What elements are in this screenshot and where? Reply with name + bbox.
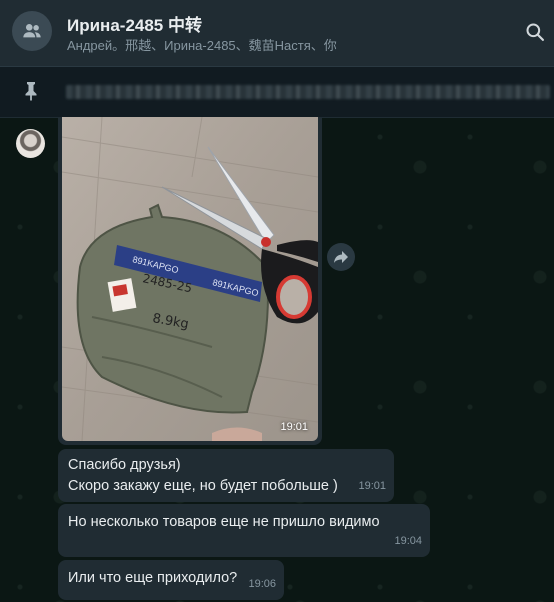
message-time: 19:01 [280, 421, 308, 433]
message-text-line: Но несколько товаров еще не пришло видим… [68, 514, 380, 530]
search-button[interactable] [522, 19, 548, 45]
pinned-message-bar[interactable] [0, 67, 554, 118]
message-time: 19:06 [248, 578, 276, 590]
chat-participants[interactable]: Андрей。邢越、Ирина-2485、魏苗Настя、你 [67, 35, 337, 54]
pin-icon [25, 82, 37, 101]
pinned-message-preview-blurred[interactable] [66, 85, 550, 99]
message-text-line: Спасибо друзья) [68, 457, 181, 473]
chat-title[interactable]: Ирина-2485 中转 [67, 11, 202, 36]
message-text-line: Или что еще приходило? [68, 570, 238, 586]
text-message[interactable]: Спасибо друзья) Скоро закажу еще, но буд… [58, 449, 394, 502]
search-icon [526, 23, 544, 42]
message-text-line: Скоро закажу еще, но будет побольше ) [68, 478, 338, 494]
sender-avatar[interactable] [16, 129, 45, 158]
message-time: 19:01 [358, 480, 386, 492]
forward-button[interactable] [327, 243, 355, 271]
forward-icon [334, 251, 348, 263]
parcel-photo[interactable]: 891KAPGO 891KAPGO 2485-25 8.9kg 19:01 [62, 117, 318, 441]
group-avatar[interactable] [12, 11, 52, 51]
image-message[interactable]: 891KAPGO 891KAPGO 2485-25 8.9kg 19:01 [58, 117, 322, 445]
chat-header[interactable]: Ирина-2485 中转 Андрей。邢越、Ирина-2485、魏苗Нас… [0, 0, 554, 67]
group-icon [23, 24, 41, 38]
message-time: 19:04 [394, 535, 422, 547]
text-message[interactable]: Или что еще приходило? 19:06 [58, 560, 284, 600]
text-message[interactable]: Но несколько товаров еще не пришло видим… [58, 504, 430, 557]
